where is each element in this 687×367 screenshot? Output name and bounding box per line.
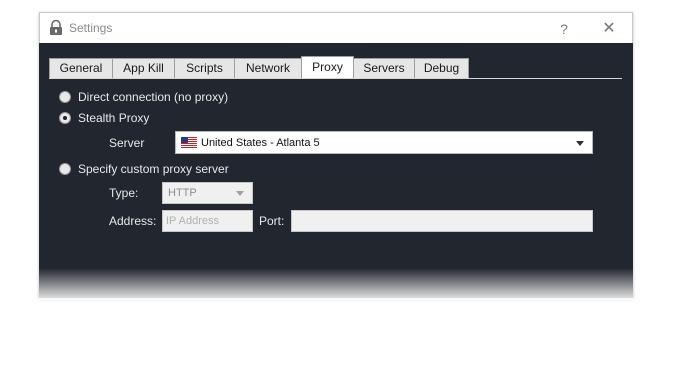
lock-icon [50,20,62,35]
chevron-down-icon [236,191,244,196]
chevron-down-icon [576,141,584,146]
port-input[interactable] [291,210,593,232]
tab-scripts[interactable]: Scripts [174,58,235,78]
type-label: Type: [109,186,139,200]
stealth-proxy-radio[interactable] [59,112,71,124]
direct-connection-radio[interactable] [59,91,71,103]
address-input[interactable] [162,210,253,232]
tab-general[interactable]: General [49,58,113,78]
address-label: Address: [109,214,157,228]
custom-proxy-option[interactable]: Specify custom proxy server [59,162,229,176]
bottom-fade [39,268,633,300]
custom-proxy-radio[interactable] [59,163,71,175]
server-dropdown[interactable]: United States - Atlanta 5 [175,131,593,154]
stealth-proxy-label: Stealth Proxy [78,111,150,125]
tab-servers[interactable]: Servers [353,58,415,78]
window-title: Settings [69,21,113,35]
title-bar: Settings ? ✕ [39,12,633,43]
settings-window: Settings ? ✕ General App Kill Scripts Ne… [39,12,633,298]
server-value: United States - Atlanta 5 [201,137,320,149]
close-button[interactable]: ✕ [596,17,622,41]
tab-network[interactable]: Network [234,58,302,78]
server-label: Server [109,136,145,150]
tab-divider [49,78,622,79]
type-dropdown[interactable]: HTTP [162,182,253,204]
tab-proxy[interactable]: Proxy [301,56,354,78]
direct-connection-label: Direct connection (no proxy) [78,90,229,104]
custom-proxy-label: Specify custom proxy server [78,162,229,176]
tab-debug[interactable]: Debug [414,58,469,78]
port-label: Port: [259,214,285,228]
tab-bar: General App Kill Scripts Network Proxy S… [49,56,469,78]
stealth-proxy-option[interactable]: Stealth Proxy [59,111,149,125]
direct-connection-option[interactable]: Direct connection (no proxy) [59,90,228,104]
us-flag-icon [181,137,197,148]
tab-app-kill[interactable]: App Kill [112,58,175,78]
help-button[interactable]: ? [552,17,576,41]
type-value: HTTP [168,187,197,199]
